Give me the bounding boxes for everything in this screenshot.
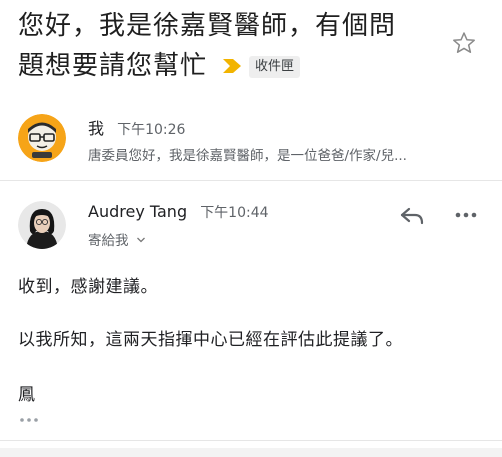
message-header: 我 下午10:26 bbox=[88, 115, 185, 139]
message-collapsed[interactable]: 我 下午10:26 唐委員您好，我是徐嘉賢醫師，是一位爸爸/作家/兒... bbox=[0, 104, 502, 180]
more-horizontal-icon[interactable] bbox=[455, 211, 477, 219]
inbox-label-chip[interactable]: 收件匣 bbox=[249, 56, 301, 78]
subject-line-2-wrap: 題想要請您幫忙 收件匣 bbox=[18, 46, 438, 86]
recipient-dropdown[interactable]: 寄給我 bbox=[88, 229, 146, 249]
message-header: Audrey Tang 下午10:44 bbox=[88, 202, 269, 222]
importance-marker-icon[interactable] bbox=[221, 56, 243, 76]
reply-icon[interactable] bbox=[398, 205, 426, 227]
email-subject: 您好，我是徐嘉賢醫師，有個問 題想要請您幫忙 收件匣 bbox=[18, 6, 438, 86]
star-outline-icon[interactable] bbox=[451, 30, 477, 56]
subject-line-2: 題想要請您幫忙 bbox=[18, 51, 208, 81]
subject-line-1: 您好，我是徐嘉賢醫師，有個問 bbox=[18, 11, 397, 41]
cartoon-avatar bbox=[18, 114, 66, 162]
message-snippet: 唐委員您好，我是徐嘉賢醫師，是一位爸爸/作家/兒... bbox=[88, 148, 407, 164]
message-time: 下午10:26 bbox=[117, 122, 186, 138]
message-time: 下午10:44 bbox=[200, 205, 269, 221]
show-trimmed-content-icon[interactable] bbox=[18, 415, 40, 425]
recipient-label: 寄給我 bbox=[88, 233, 129, 249]
message-signature: 鳳 bbox=[18, 385, 36, 405]
chevron-down-icon bbox=[136, 237, 145, 243]
divider bbox=[0, 440, 502, 441]
message-body-line: 收到，感謝建議。 bbox=[18, 277, 158, 297]
message-expanded: Audrey Tang 下午10:44 寄給我 收到，感謝建議。 以我所知，這兩… bbox=[0, 181, 502, 441]
photo-avatar[interactable] bbox=[18, 201, 66, 249]
sender-name: Audrey Tang bbox=[88, 202, 188, 221]
bottom-bar bbox=[0, 448, 502, 457]
message-body-line: 以我所知，這兩天指揮中心已經在評估此提議了。 bbox=[18, 330, 403, 350]
sender-name: 我 bbox=[88, 119, 105, 138]
